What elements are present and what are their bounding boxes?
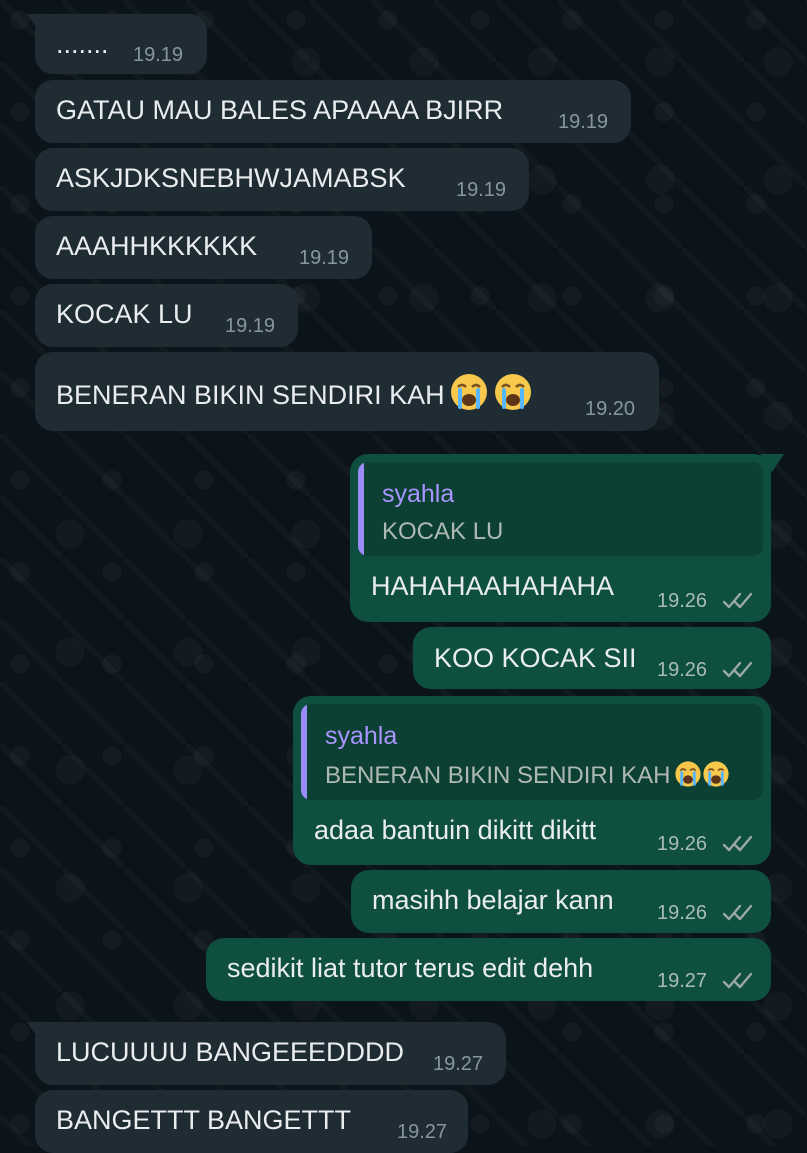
message-time: 19.19 (299, 247, 350, 269)
message-text: HAHAHAAHAHAHA (371, 571, 615, 601)
message-text: LUCUUUU BANGEEEDDDD (56, 1037, 405, 1067)
message-text: KOCAK LU (56, 299, 193, 329)
reply-text-content: BENERAN BIKIN SENDIRI KAH (325, 762, 671, 789)
read-receipt-icon (722, 592, 754, 610)
loudly-crying-face-emoji-icon (702, 760, 730, 788)
reply-author: syahla (382, 480, 455, 508)
reply-accent-bar (301, 704, 307, 800)
message-text: ....... (56, 29, 109, 59)
reply-quote[interactable]: syahla KOCAK LU (358, 462, 763, 556)
outgoing-message-reply-kocak[interactable]: syahla KOCAK LU HAHAHAAHAHAHA 19.26 (350, 454, 784, 622)
message-text: KOO KOCAK SII (434, 643, 637, 673)
message-text: BANGETTT BANGETTT (56, 1105, 352, 1135)
message-text: ASKJDKSNEBHWJAMABSK (56, 163, 406, 193)
message-time: 19.19 (133, 44, 184, 66)
incoming-message-kocak-lu[interactable]: KOCAK LU 19.19 (35, 284, 298, 347)
incoming-bubble-tail (27, 1022, 51, 1040)
reply-author: syahla (325, 722, 398, 750)
incoming-message-beneran[interactable]: BENERAN BIKIN SENDIRI KAH 19.20 (35, 352, 659, 431)
outgoing-message-reply-beneran[interactable]: syahla BENERAN BIKIN SENDIRI KAH adaa ba… (293, 696, 771, 865)
reply-accent-bar (358, 462, 364, 556)
loudly-crying-face-emoji-icon (493, 372, 533, 412)
reply-quote[interactable]: syahla BENERAN BIKIN SENDIRI KAH (301, 704, 763, 800)
message-time: 19.27 (433, 1053, 484, 1075)
incoming-bubble-tail (27, 14, 51, 32)
reply-text: BENERAN BIKIN SENDIRI KAH (325, 760, 730, 790)
message-time: 19.26 (657, 659, 708, 681)
message-time: 19.27 (397, 1121, 448, 1143)
read-receipt-icon (722, 972, 754, 990)
read-receipt-icon (722, 904, 754, 922)
outgoing-message-masihh[interactable]: masihh belajar kann 19.26 (351, 870, 771, 933)
chat-message-list[interactable]: ....... 19.19 GATAU MAU BALES APAAAA BJI… (0, 0, 807, 1153)
message-text-content: BENERAN BIKIN SENDIRI KAH (56, 380, 445, 410)
reply-text: KOCAK LU (382, 518, 504, 545)
incoming-message-dots[interactable]: ....... 19.19 (27, 14, 207, 74)
read-receipt-icon (722, 661, 754, 679)
outgoing-bubble-tail (760, 454, 784, 472)
message-time: 19.20 (585, 398, 636, 420)
message-time: 19.19 (456, 179, 507, 201)
outgoing-message-sedikit[interactable]: sedikit liat tutor terus edit dehh 19.27 (206, 938, 771, 1001)
incoming-message-askjdk[interactable]: ASKJDKSNEBHWJAMABSK 19.19 (35, 148, 529, 211)
message-time: 19.26 (657, 902, 708, 924)
outgoing-message-koo-kocak[interactable]: KOO KOCAK SII 19.26 (413, 627, 771, 689)
message-text: BENERAN BIKIN SENDIRI KAH (56, 372, 533, 412)
message-time: 19.26 (657, 590, 708, 612)
message-text: adaa bantuin dikitt dikitt (314, 815, 597, 845)
incoming-message-lucuuu[interactable]: LUCUUUU BANGEEEDDDD 19.27 (27, 1022, 506, 1085)
message-time: 19.19 (225, 315, 276, 337)
message-text: AAAHHKKKKKK (56, 231, 258, 261)
incoming-message-bangettt[interactable]: BANGETTT BANGETTT 19.27 (35, 1090, 468, 1153)
loudly-crying-face-emoji-icon (674, 760, 702, 788)
message-time: 19.19 (558, 111, 609, 133)
message-text: sedikit liat tutor terus edit dehh (227, 953, 594, 983)
incoming-message-aaahh[interactable]: AAAHHKKKKKK 19.19 (35, 216, 372, 279)
message-time: 19.27 (657, 970, 708, 992)
message-text: masihh belajar kann (372, 885, 614, 915)
loudly-crying-face-emoji-icon (449, 372, 489, 412)
message-text: GATAU MAU BALES APAAAA BJIRR (56, 95, 504, 125)
incoming-message-gatau[interactable]: GATAU MAU BALES APAAAA BJIRR 19.19 (35, 80, 631, 143)
read-receipt-icon (722, 835, 754, 853)
message-time: 19.26 (657, 833, 708, 855)
